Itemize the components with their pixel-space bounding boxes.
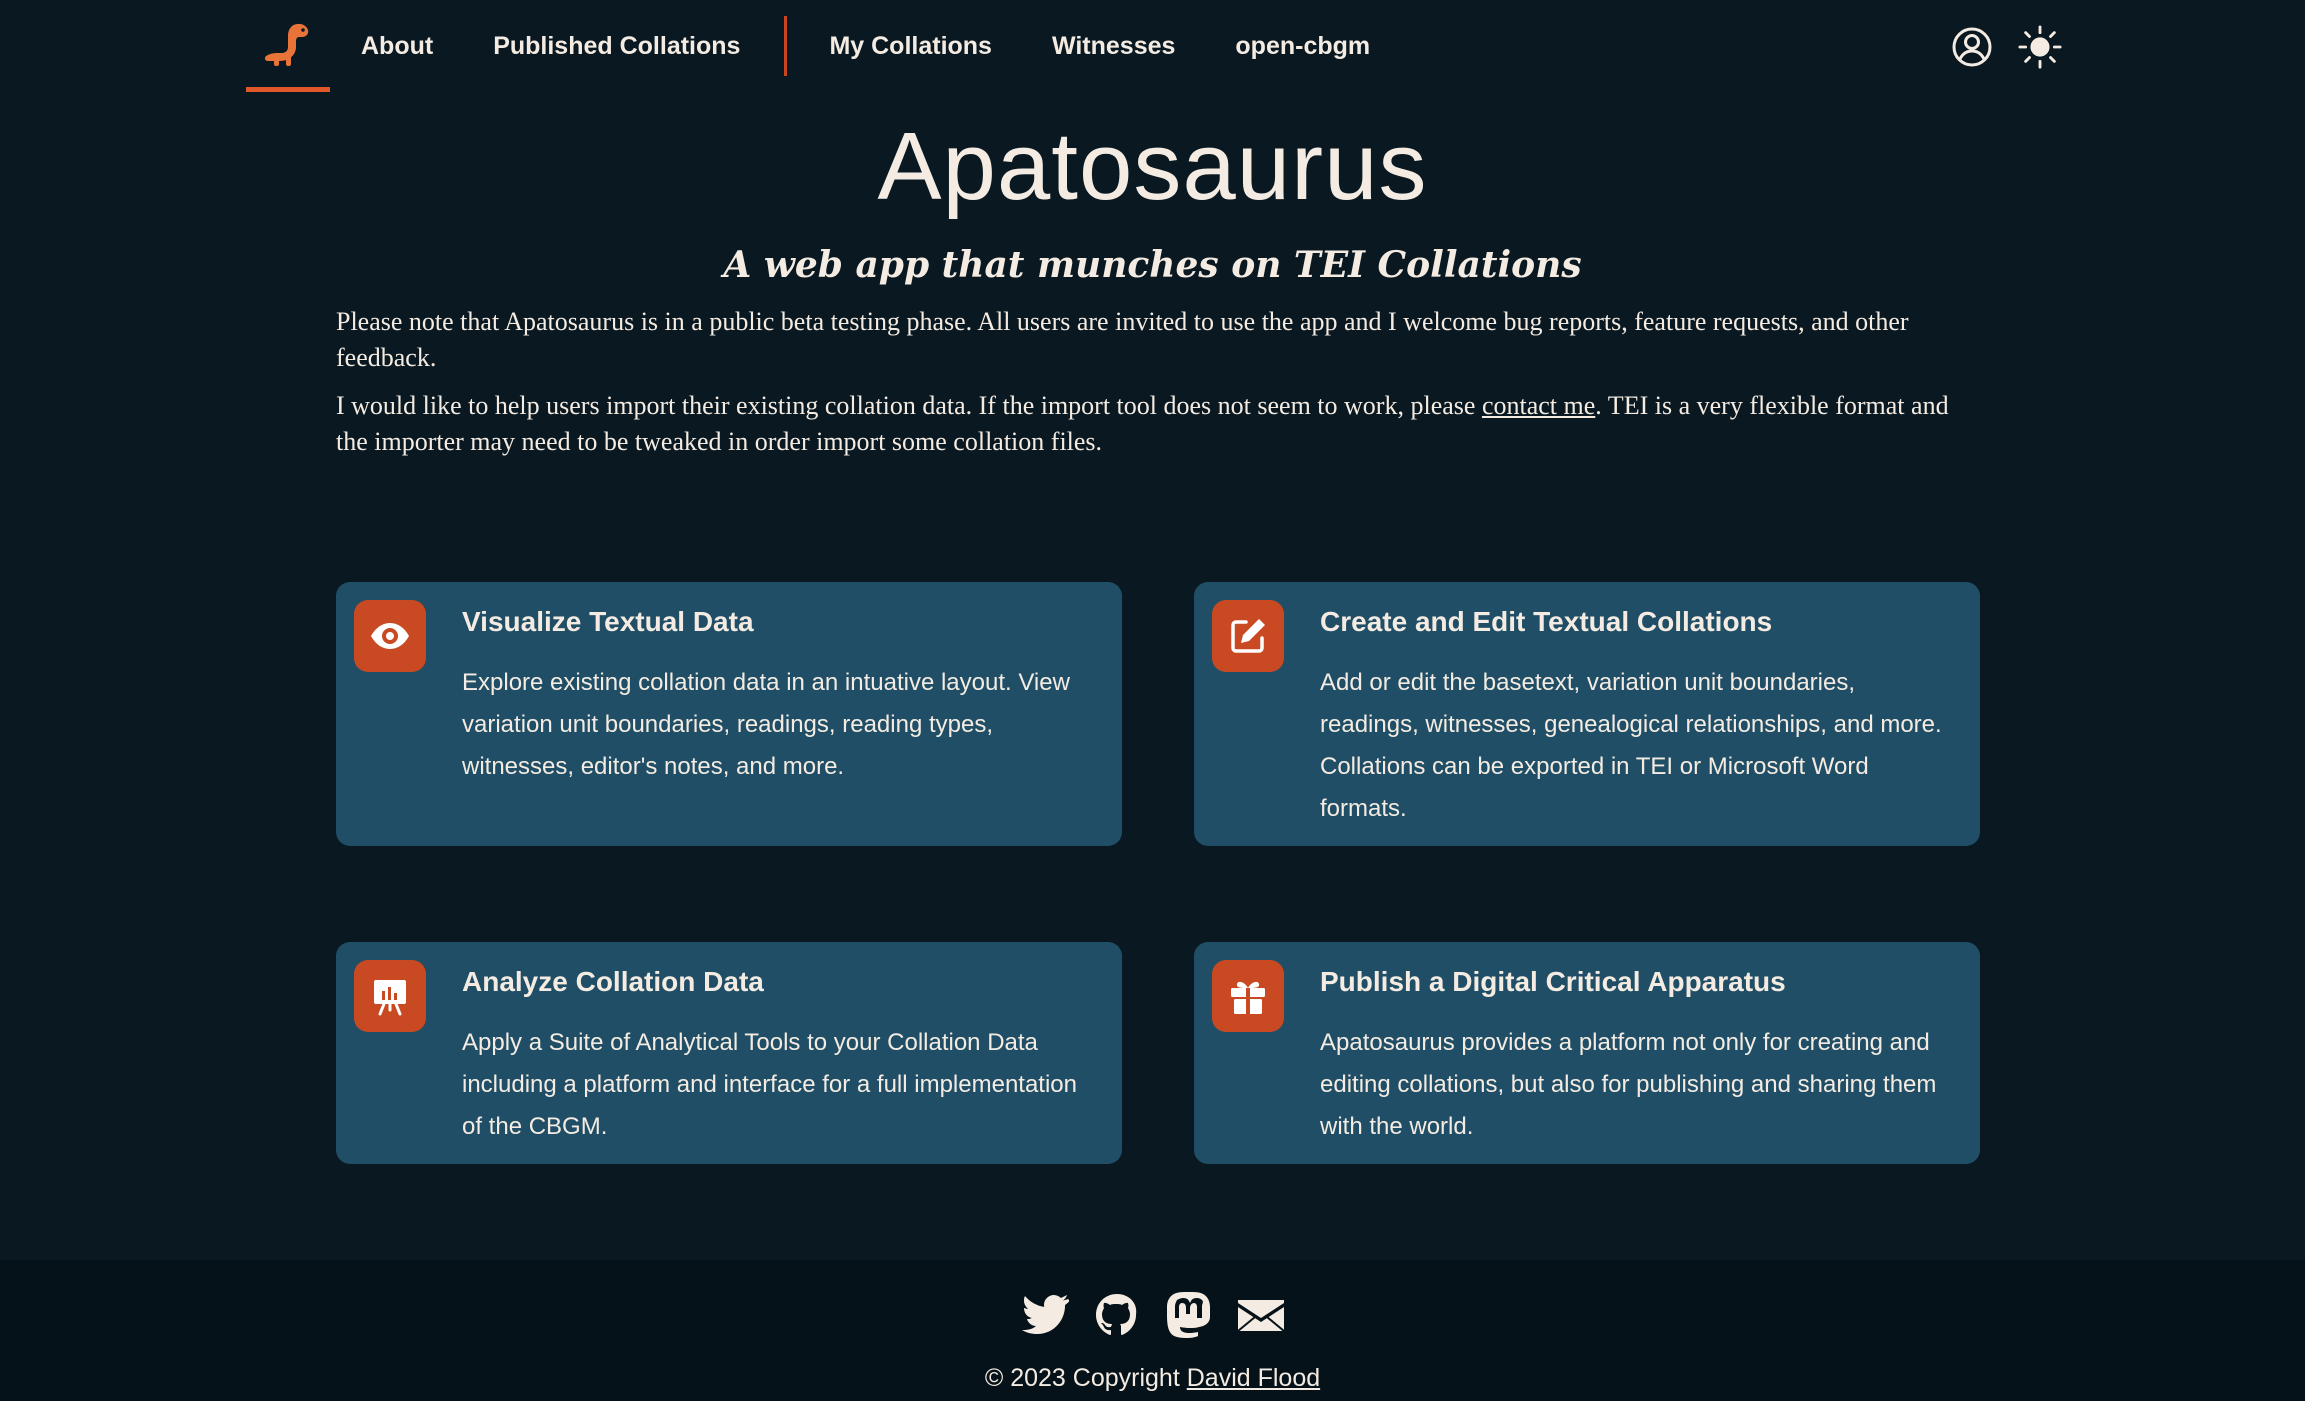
author-link[interactable]: David Flood	[1187, 1364, 1320, 1392]
import-notice: I would like to help users import their …	[336, 388, 1966, 460]
card-title: Publish a Digital Critical Apparatus	[1320, 966, 1786, 997]
feature-card-visualize[interactable]: Visualize Textual Data Explore existing …	[336, 582, 1122, 846]
card-description: Apply a Suite of Analytical Tools to you…	[462, 1029, 1077, 1140]
card-description: Explore existing collation data in an in…	[462, 669, 1070, 780]
feature-card-create-edit[interactable]: Create and Edit Textual Collations Add o…	[1194, 582, 1980, 846]
feature-card-analyze[interactable]: Analyze Collation Data Apply a Suite of …	[336, 942, 1122, 1164]
email-icon[interactable]	[1236, 1290, 1286, 1340]
nav-actions	[1950, 22, 2062, 72]
navbar: About Published Collations My Collations…	[0, 0, 2305, 96]
contact-me-link[interactable]: contact me	[1482, 391, 1595, 420]
footer: © 2023 Copyright David Flood	[0, 1260, 2305, 1401]
gift-icon	[1212, 960, 1284, 1032]
nav-link-open-cbgm[interactable]: open-cbgm	[1235, 32, 1370, 61]
sun-icon[interactable]	[2018, 25, 2062, 69]
eye-icon	[354, 600, 426, 672]
edit-icon	[1212, 600, 1284, 672]
page-title: Apatosaurus	[877, 113, 1428, 220]
github-icon[interactable]	[1092, 1290, 1142, 1340]
copyright: © 2023 Copyright David Flood	[0, 1364, 2305, 1393]
nav-divider	[784, 16, 788, 76]
social-links	[0, 1290, 2305, 1340]
beta-notice: Please note that Apatosaurus is in a pub…	[336, 307, 1909, 372]
page-subtitle: A web app that munches on TEI Collations	[723, 244, 1582, 286]
import-notice-text: I would like to help users import their …	[336, 391, 1482, 420]
presentation-chart-icon	[354, 960, 426, 1032]
card-description: Apatosaurus provides a platform not only…	[1320, 1029, 1937, 1140]
nav-links: About Published Collations My Collations…	[361, 0, 1430, 92]
card-title: Visualize Textual Data	[462, 606, 754, 637]
apatosaurus-logo-icon[interactable]	[246, 0, 330, 92]
copyright-text: © 2023 Copyright	[984, 1364, 1187, 1392]
card-description: Add or edit the basetext, variation unit…	[1320, 669, 1942, 822]
nav-link-published-collations[interactable]: Published Collations	[493, 32, 740, 61]
nav-link-my-collations[interactable]: My Collations	[829, 32, 992, 61]
card-title: Analyze Collation Data	[462, 966, 764, 997]
card-title: Create and Edit Textual Collations	[1320, 606, 1773, 637]
mastodon-icon[interactable]	[1164, 1290, 1214, 1340]
feature-card-publish[interactable]: Publish a Digital Critical Apparatus Apa…	[1194, 942, 1980, 1164]
user-circle-icon[interactable]	[1950, 25, 1994, 69]
twitter-icon[interactable]	[1020, 1290, 1070, 1340]
nav-link-witnesses[interactable]: Witnesses	[1052, 32, 1175, 61]
nav-link-about[interactable]: About	[361, 32, 433, 61]
